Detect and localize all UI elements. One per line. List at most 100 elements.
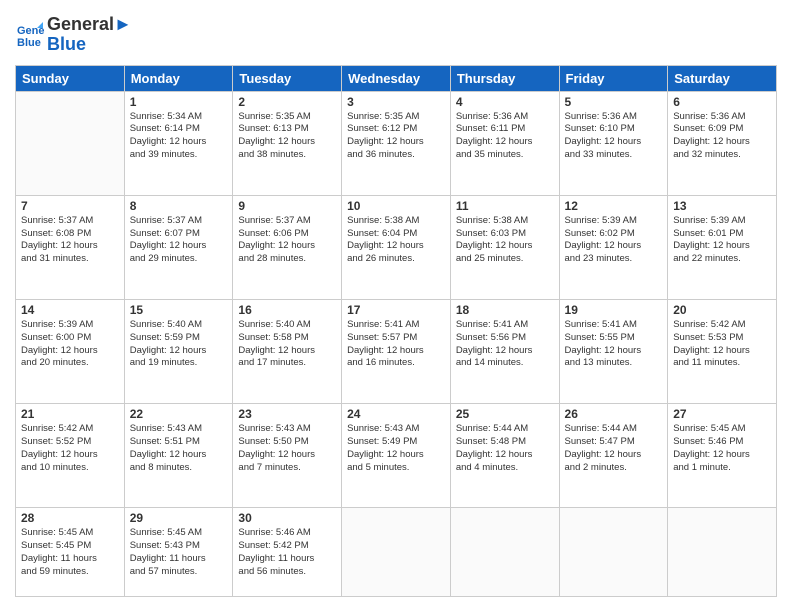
calendar-cell: 19 Sunrise: 5:41 AM Sunset: 5:55 PM Dayli… (559, 299, 668, 403)
day-number: 18 (456, 303, 554, 317)
day-number: 9 (238, 199, 336, 213)
cell-content: Sunrise: 5:43 AM Sunset: 5:50 PM Dayligh… (238, 423, 336, 474)
day-number: 2 (238, 95, 336, 109)
calendar-cell: 23 Sunrise: 5:43 AM Sunset: 5:50 PM Dayli… (233, 404, 342, 508)
day-number: 3 (347, 95, 445, 109)
calendar-cell: 9 Sunrise: 5:37 AM Sunset: 6:06 PM Daylig… (233, 195, 342, 299)
weekday-header: Tuesday (233, 65, 342, 91)
day-number: 10 (347, 199, 445, 213)
day-number: 23 (238, 407, 336, 421)
calendar-cell: 12 Sunrise: 5:39 AM Sunset: 6:02 PM Dayli… (559, 195, 668, 299)
calendar-cell: 6 Sunrise: 5:36 AM Sunset: 6:09 PM Daylig… (668, 91, 777, 195)
calendar-cell: 30 Sunrise: 5:46 AM Sunset: 5:42 PM Dayli… (233, 508, 342, 597)
cell-content: Sunrise: 5:39 AM Sunset: 6:02 PM Dayligh… (565, 215, 663, 266)
calendar-cell (342, 508, 451, 597)
calendar-cell: 10 Sunrise: 5:38 AM Sunset: 6:04 PM Dayli… (342, 195, 451, 299)
cell-content: Sunrise: 5:45 AM Sunset: 5:46 PM Dayligh… (673, 423, 771, 474)
calendar-cell: 24Sunrise: 5:43 AM Sunset: 5:49 PM Dayli… (342, 404, 451, 508)
day-number: 19 (565, 303, 663, 317)
calendar-cell: 7 Sunrise: 5:37 AM Sunset: 6:08 PM Daylig… (16, 195, 125, 299)
day-number: 12 (565, 199, 663, 213)
day-number: 6 (673, 95, 771, 109)
calendar-cell: 29 Sunrise: 5:45 AM Sunset: 5:43 PM Dayli… (124, 508, 233, 597)
header: General Blue General► Blue (15, 15, 777, 55)
weekday-header: Saturday (668, 65, 777, 91)
calendar-cell: 18 Sunrise: 5:41 AM Sunset: 5:56 PM Dayli… (450, 299, 559, 403)
calendar-cell: 1 Sunrise: 5:34 AM Sunset: 6:14 PM Daylig… (124, 91, 233, 195)
cell-content: Sunrise: 5:44 AM Sunset: 5:48 PM Dayligh… (456, 423, 554, 474)
calendar-cell: 5 Sunrise: 5:36 AM Sunset: 6:10 PM Daylig… (559, 91, 668, 195)
calendar-cell: 13 Sunrise: 5:39 AM Sunset: 6:01 PM Dayli… (668, 195, 777, 299)
day-number: 4 (456, 95, 554, 109)
day-number: 29 (130, 511, 228, 525)
cell-content: Sunrise: 5:41 AM Sunset: 5:55 PM Dayligh… (565, 319, 663, 370)
day-number: 15 (130, 303, 228, 317)
calendar-cell: 27 Sunrise: 5:45 AM Sunset: 5:46 PM Dayli… (668, 404, 777, 508)
cell-content: Sunrise: 5:43 AM Sunset: 5:51 PM Dayligh… (130, 423, 228, 474)
cell-content: Sunrise: 5:38 AM Sunset: 6:04 PM Dayligh… (347, 215, 445, 266)
cell-content: Sunrise: 5:42 AM Sunset: 5:52 PM Dayligh… (21, 423, 119, 474)
cell-content: Sunrise: 5:40 AM Sunset: 5:58 PM Dayligh… (238, 319, 336, 370)
calendar-cell: 4Sunrise: 5:36 AM Sunset: 6:11 PM Daylig… (450, 91, 559, 195)
cell-content: Sunrise: 5:35 AM Sunset: 6:12 PM Dayligh… (347, 111, 445, 162)
day-number: 14 (21, 303, 119, 317)
cell-content: Sunrise: 5:45 AM Sunset: 5:43 PM Dayligh… (130, 527, 228, 578)
day-number: 30 (238, 511, 336, 525)
day-number: 11 (456, 199, 554, 213)
cell-content: Sunrise: 5:37 AM Sunset: 6:07 PM Dayligh… (130, 215, 228, 266)
calendar-cell (668, 508, 777, 597)
calendar-cell: 16 Sunrise: 5:40 AM Sunset: 5:58 PM Dayli… (233, 299, 342, 403)
cell-content: Sunrise: 5:41 AM Sunset: 5:56 PM Dayligh… (456, 319, 554, 370)
cell-content: Sunrise: 5:45 AM Sunset: 5:45 PM Dayligh… (21, 527, 119, 578)
cell-content: Sunrise: 5:36 AM Sunset: 6:10 PM Dayligh… (565, 111, 663, 162)
logo: General Blue General► Blue (15, 15, 132, 55)
cell-content: Sunrise: 5:38 AM Sunset: 6:03 PM Dayligh… (456, 215, 554, 266)
calendar-cell: 25 Sunrise: 5:44 AM Sunset: 5:48 PM Dayli… (450, 404, 559, 508)
calendar-header-row: SundayMondayTuesdayWednesdayThursdayFrid… (16, 65, 777, 91)
weekday-header: Monday (124, 65, 233, 91)
calendar-cell: 15 Sunrise: 5:40 AM Sunset: 5:59 PM Dayli… (124, 299, 233, 403)
logo-icon: General Blue (15, 20, 45, 50)
svg-text:Blue: Blue (17, 37, 41, 49)
cell-content: Sunrise: 5:36 AM Sunset: 6:09 PM Dayligh… (673, 111, 771, 162)
calendar-cell: 28Sunrise: 5:45 AM Sunset: 5:45 PM Dayli… (16, 508, 125, 597)
cell-content: Sunrise: 5:37 AM Sunset: 6:06 PM Dayligh… (238, 215, 336, 266)
day-number: 22 (130, 407, 228, 421)
weekday-header: Thursday (450, 65, 559, 91)
day-number: 1 (130, 95, 228, 109)
calendar-table: SundayMondayTuesdayWednesdayThursdayFrid… (15, 65, 777, 597)
cell-content: Sunrise: 5:41 AM Sunset: 5:57 PM Dayligh… (347, 319, 445, 370)
day-number: 17 (347, 303, 445, 317)
calendar-cell: 26Sunrise: 5:44 AM Sunset: 5:47 PM Dayli… (559, 404, 668, 508)
calendar-cell: 14Sunrise: 5:39 AM Sunset: 6:00 PM Dayli… (16, 299, 125, 403)
cell-content: Sunrise: 5:39 AM Sunset: 6:01 PM Dayligh… (673, 215, 771, 266)
day-number: 13 (673, 199, 771, 213)
calendar-cell (559, 508, 668, 597)
cell-content: Sunrise: 5:37 AM Sunset: 6:08 PM Dayligh… (21, 215, 119, 266)
cell-content: Sunrise: 5:42 AM Sunset: 5:53 PM Dayligh… (673, 319, 771, 370)
calendar-cell: 20 Sunrise: 5:42 AM Sunset: 5:53 PM Dayli… (668, 299, 777, 403)
page: General Blue General► Blue SundayMondayT… (0, 0, 792, 612)
calendar-week-row: 14Sunrise: 5:39 AM Sunset: 6:00 PM Dayli… (16, 299, 777, 403)
day-number: 5 (565, 95, 663, 109)
cell-content: Sunrise: 5:40 AM Sunset: 5:59 PM Dayligh… (130, 319, 228, 370)
calendar-cell (450, 508, 559, 597)
weekday-header: Wednesday (342, 65, 451, 91)
calendar-cell: 11 Sunrise: 5:38 AM Sunset: 6:03 PM Dayli… (450, 195, 559, 299)
calendar-cell: 21 Sunrise: 5:42 AM Sunset: 5:52 PM Dayli… (16, 404, 125, 508)
day-number: 7 (21, 199, 119, 213)
day-number: 20 (673, 303, 771, 317)
day-number: 25 (456, 407, 554, 421)
cell-content: Sunrise: 5:34 AM Sunset: 6:14 PM Dayligh… (130, 111, 228, 162)
calendar-cell (16, 91, 125, 195)
day-number: 16 (238, 303, 336, 317)
logo-text: General► Blue (47, 15, 132, 55)
day-number: 21 (21, 407, 119, 421)
day-number: 27 (673, 407, 771, 421)
calendar-week-row: 7 Sunrise: 5:37 AM Sunset: 6:08 PM Daylig… (16, 195, 777, 299)
calendar-cell: 17 Sunrise: 5:41 AM Sunset: 5:57 PM Dayli… (342, 299, 451, 403)
cell-content: Sunrise: 5:46 AM Sunset: 5:42 PM Dayligh… (238, 527, 336, 578)
cell-content: Sunrise: 5:44 AM Sunset: 5:47 PM Dayligh… (565, 423, 663, 474)
weekday-header: Sunday (16, 65, 125, 91)
cell-content: Sunrise: 5:35 AM Sunset: 6:13 PM Dayligh… (238, 111, 336, 162)
